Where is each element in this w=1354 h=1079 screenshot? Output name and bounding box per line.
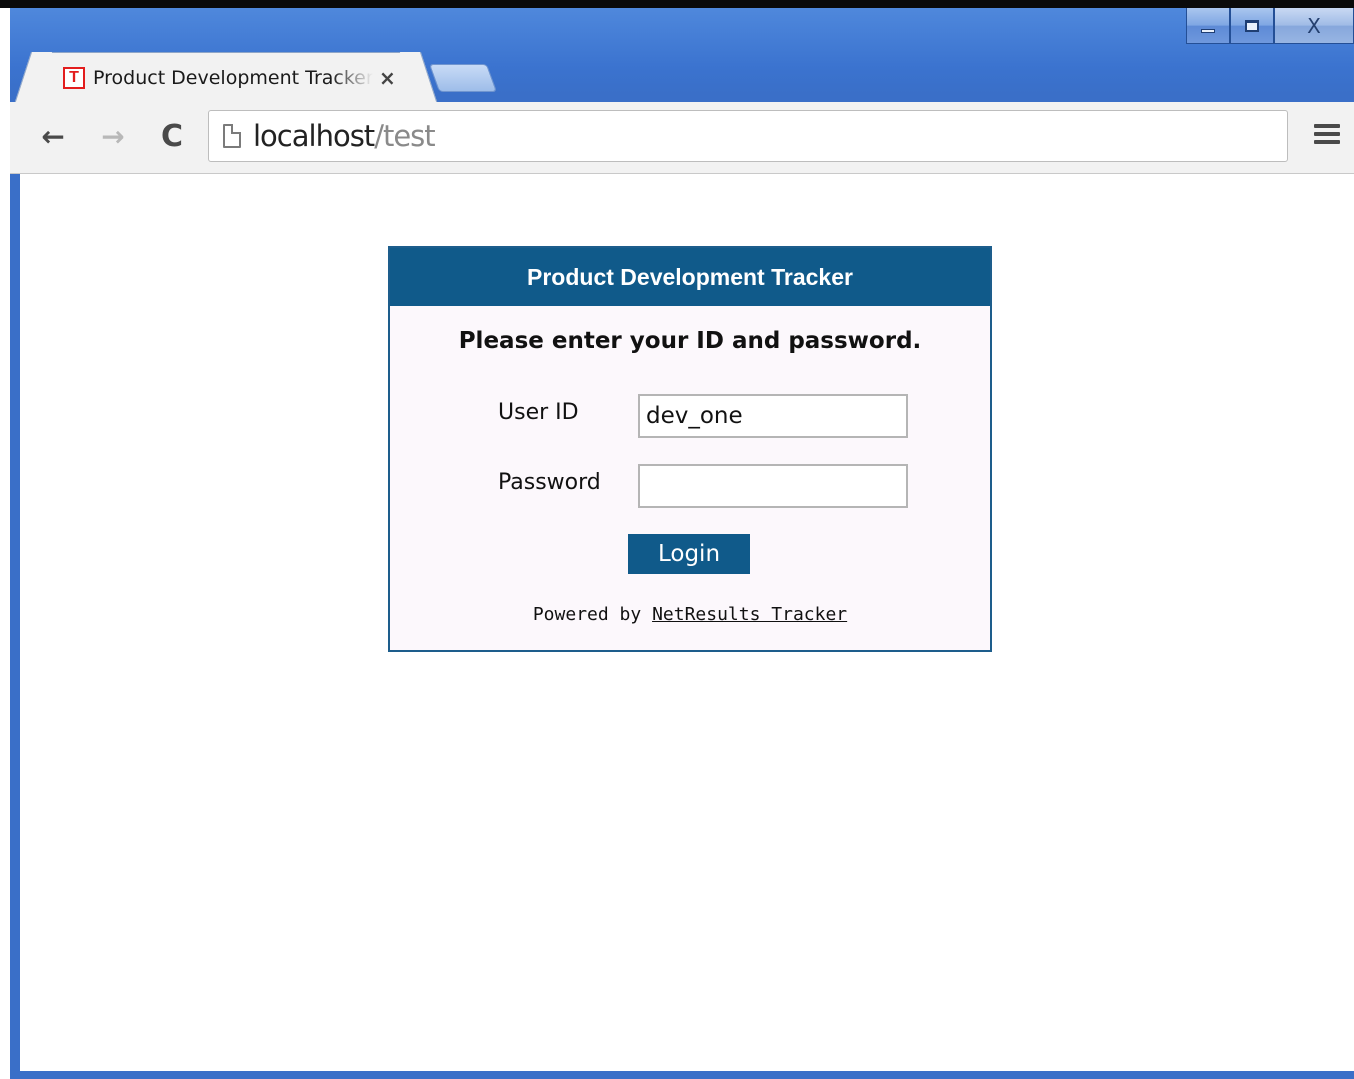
minimize-icon xyxy=(1201,28,1215,33)
login-button[interactable]: Login xyxy=(628,534,750,574)
window-left-edge xyxy=(0,8,10,1071)
password-label: Password xyxy=(498,470,601,495)
login-header: Product Development Tracker xyxy=(390,248,990,306)
forward-button[interactable]: → xyxy=(96,118,130,154)
login-panel: Product Development Tracker Please enter… xyxy=(388,246,992,652)
back-button[interactable]: ← xyxy=(36,118,70,154)
browser-window: X T Product Development Tracker × ← → C … xyxy=(0,0,1354,1079)
maximize-icon xyxy=(1245,19,1259,32)
close-window-icon: X xyxy=(1307,13,1321,38)
browser-toolbar: ← → C localhost/test xyxy=(10,102,1354,174)
page-icon xyxy=(223,124,241,148)
window-bottom-border xyxy=(10,1071,1354,1079)
address-bar[interactable]: localhost/test xyxy=(208,110,1288,162)
maximize-button[interactable] xyxy=(1230,8,1274,44)
close-window-button[interactable]: X xyxy=(1274,8,1354,44)
powered-by-prefix: Powered by xyxy=(532,604,653,625)
tab-title: Product Development Tracker xyxy=(93,66,373,89)
password-input[interactable] xyxy=(638,464,908,508)
url-host: localhost xyxy=(253,119,375,153)
url-path: /test xyxy=(374,119,435,153)
powered-by: Powered by NetResults Tracker xyxy=(390,604,990,625)
user-id-row: User ID xyxy=(390,394,990,438)
menu-icon[interactable] xyxy=(1314,124,1340,150)
page-viewport: Product Development Tracker Please enter… xyxy=(20,174,1354,1071)
new-tab-button[interactable] xyxy=(428,64,498,92)
netresults-tracker-link[interactable]: NetResults Tracker xyxy=(652,604,847,625)
minimize-button[interactable] xyxy=(1186,8,1230,44)
login-prompt: Please enter your ID and password. xyxy=(458,328,922,354)
window-left-border xyxy=(10,174,20,1071)
password-row: Password xyxy=(390,464,990,508)
user-id-input[interactable] xyxy=(638,394,908,438)
reload-button[interactable]: C xyxy=(155,118,189,154)
user-id-label: User ID xyxy=(498,400,579,425)
caption-buttons: X xyxy=(1186,8,1354,44)
tab-active[interactable]: T Product Development Tracker × xyxy=(32,52,420,102)
favicon-icon: T xyxy=(63,66,85,89)
tab-close-icon[interactable]: × xyxy=(379,66,396,90)
